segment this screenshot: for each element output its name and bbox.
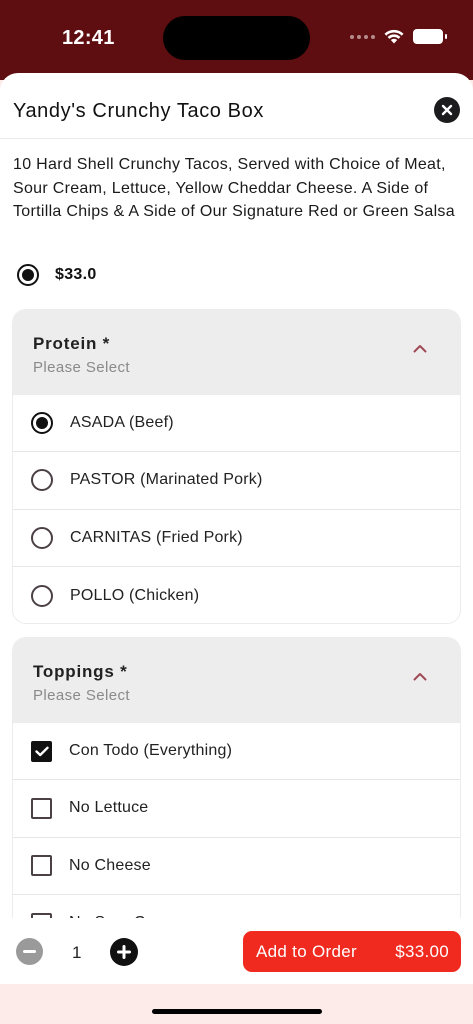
- radio-button[interactable]: [31, 584, 53, 607]
- price-option[interactable]: $33.0: [17, 264, 97, 286]
- option-label: CARNITAS (Fried Pork): [70, 528, 243, 546]
- toppings-subtitle: Please Select: [33, 687, 130, 704]
- chevron-up-icon[interactable]: [413, 672, 427, 681]
- status-icons: [350, 29, 447, 44]
- wifi-icon: [384, 29, 404, 44]
- checkmark-icon: [34, 746, 49, 756]
- price-radio[interactable]: [17, 264, 39, 286]
- radio-button[interactable]: [31, 412, 53, 435]
- decrease-quantity-button[interactable]: [16, 938, 43, 965]
- protein-option-pollo[interactable]: POLLO (Chicken): [13, 567, 460, 623]
- order-total: $33.00: [395, 941, 449, 961]
- radio-button[interactable]: [31, 526, 53, 549]
- option-label: ASADA (Beef): [70, 414, 174, 432]
- toppings-option-con-todo[interactable]: Con Todo (Everything): [13, 723, 460, 781]
- add-to-order-button[interactable]: Add to Order $33.00: [243, 931, 461, 972]
- quantity-value: 1: [72, 943, 82, 962]
- protein-option-asada[interactable]: ASADA (Beef): [13, 395, 460, 453]
- dynamic-island: [163, 16, 310, 60]
- checkbox[interactable]: [31, 797, 52, 819]
- status-bar: 12:41: [0, 0, 473, 80]
- bottom-bar: 1 Add to Order $33.00: [0, 918, 473, 984]
- protein-title: Protein *: [33, 334, 111, 353]
- toppings-option-no-lettuce[interactable]: No Lettuce: [13, 780, 460, 838]
- option-label: No Lettuce: [69, 799, 149, 817]
- home-indicator: [152, 1009, 322, 1014]
- protein-option-carnitas[interactable]: CARNITAS (Fried Pork): [13, 510, 460, 567]
- increase-quantity-button[interactable]: [110, 938, 138, 966]
- item-description: 10 Hard Shell Crunchy Tacos, Served with…: [13, 156, 455, 220]
- checkbox[interactable]: [31, 855, 52, 877]
- option-label: PASTOR (Marinated Pork): [70, 471, 263, 489]
- option-label: POLLO (Chicken): [70, 586, 200, 604]
- toppings-option-no-cheese[interactable]: No Cheese: [13, 838, 460, 895]
- item-sheet: Yandy's Crunchy Taco Box 10 Hard Shell C…: [0, 73, 473, 984]
- toppings-group-header[interactable]: Toppings * Please Select: [13, 638, 460, 723]
- protein-group: Protein * Please Select ASADA (Beef) PAS…: [12, 309, 461, 624]
- minus-icon: [23, 950, 36, 953]
- close-button[interactable]: [434, 97, 460, 123]
- add-to-order-label: Add to Order: [256, 941, 357, 961]
- close-icon: [441, 104, 453, 116]
- sheet-header: Yandy's Crunchy Taco Box: [0, 73, 473, 139]
- checkbox[interactable]: [31, 740, 52, 762]
- price-label: $33.0: [55, 266, 97, 283]
- plus-icon: [117, 945, 131, 959]
- protein-group-header[interactable]: Protein * Please Select: [13, 310, 460, 395]
- option-label: Con Todo (Everything): [69, 742, 233, 760]
- chevron-up-icon[interactable]: [413, 344, 427, 353]
- protein-subtitle: Please Select: [33, 359, 130, 376]
- option-label: No Cheese: [69, 856, 151, 874]
- battery-icon: [413, 29, 447, 44]
- item-title: Yandy's Crunchy Taco Box: [13, 100, 264, 122]
- protein-option-pastor[interactable]: PASTOR (Marinated Pork): [13, 452, 460, 510]
- radio-button[interactable]: [31, 469, 53, 492]
- toppings-title: Toppings *: [33, 662, 128, 681]
- signal-icon: [350, 34, 375, 39]
- status-time: 12:41: [62, 27, 115, 49]
